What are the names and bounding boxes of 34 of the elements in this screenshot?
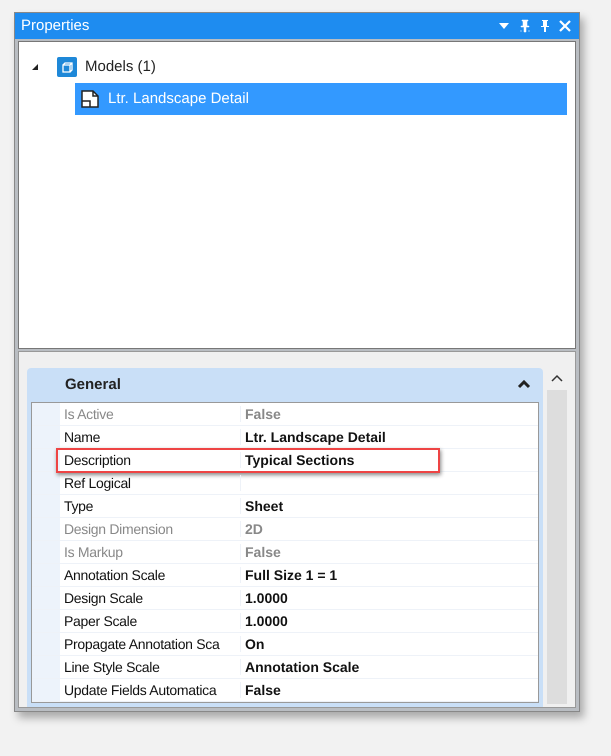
property-label: Name [60, 429, 241, 445]
property-label: Annotation Scale [60, 567, 241, 583]
property-label: Is Markup [60, 544, 241, 560]
property-label: Design Dimension [60, 521, 241, 537]
property-label: Is Active [60, 406, 241, 422]
property-label: Propagate Annotation Sca [60, 636, 241, 652]
auto-hide-pin-icon[interactable] [519, 18, 531, 33]
cube-icon [57, 56, 77, 77]
scroll-up-icon[interactable] [551, 374, 563, 382]
tree-item[interactable]: Models (1) [19, 50, 575, 83]
property-value[interactable]: Annotation Scale [241, 659, 360, 675]
property-label: Line Style Scale [60, 659, 241, 675]
property-label: Design Scale [60, 590, 241, 606]
property-value[interactable]: Sheet [241, 498, 284, 514]
pin-icon[interactable] [540, 18, 550, 33]
property-label: Paper Scale [60, 613, 241, 629]
group-title: General [65, 376, 121, 392]
sheet-icon [80, 88, 100, 109]
property-label: Type [60, 498, 241, 514]
property-label: Ref Logical [60, 475, 241, 491]
group-header[interactable]: General [27, 368, 543, 400]
property-value[interactable]: On [241, 636, 264, 652]
property-value[interactable]: Full Size 1 = 1 [241, 567, 338, 583]
property-value[interactable]: 1.0000 [241, 613, 288, 629]
property-label: Description [60, 452, 241, 468]
panel-title: Properties [21, 17, 90, 34]
property-value[interactable]: False [241, 682, 281, 698]
collapse-icon[interactable] [517, 379, 531, 389]
property-value[interactable]: 1.0000 [241, 590, 288, 606]
property-label: Update Fields Automatica [60, 682, 241, 698]
property-value[interactable]: Typical Sections [241, 452, 354, 468]
property-value[interactable]: Ltr. Landscape Detail [241, 429, 386, 445]
close-icon[interactable] [559, 20, 571, 32]
expander-icon[interactable] [31, 62, 39, 71]
